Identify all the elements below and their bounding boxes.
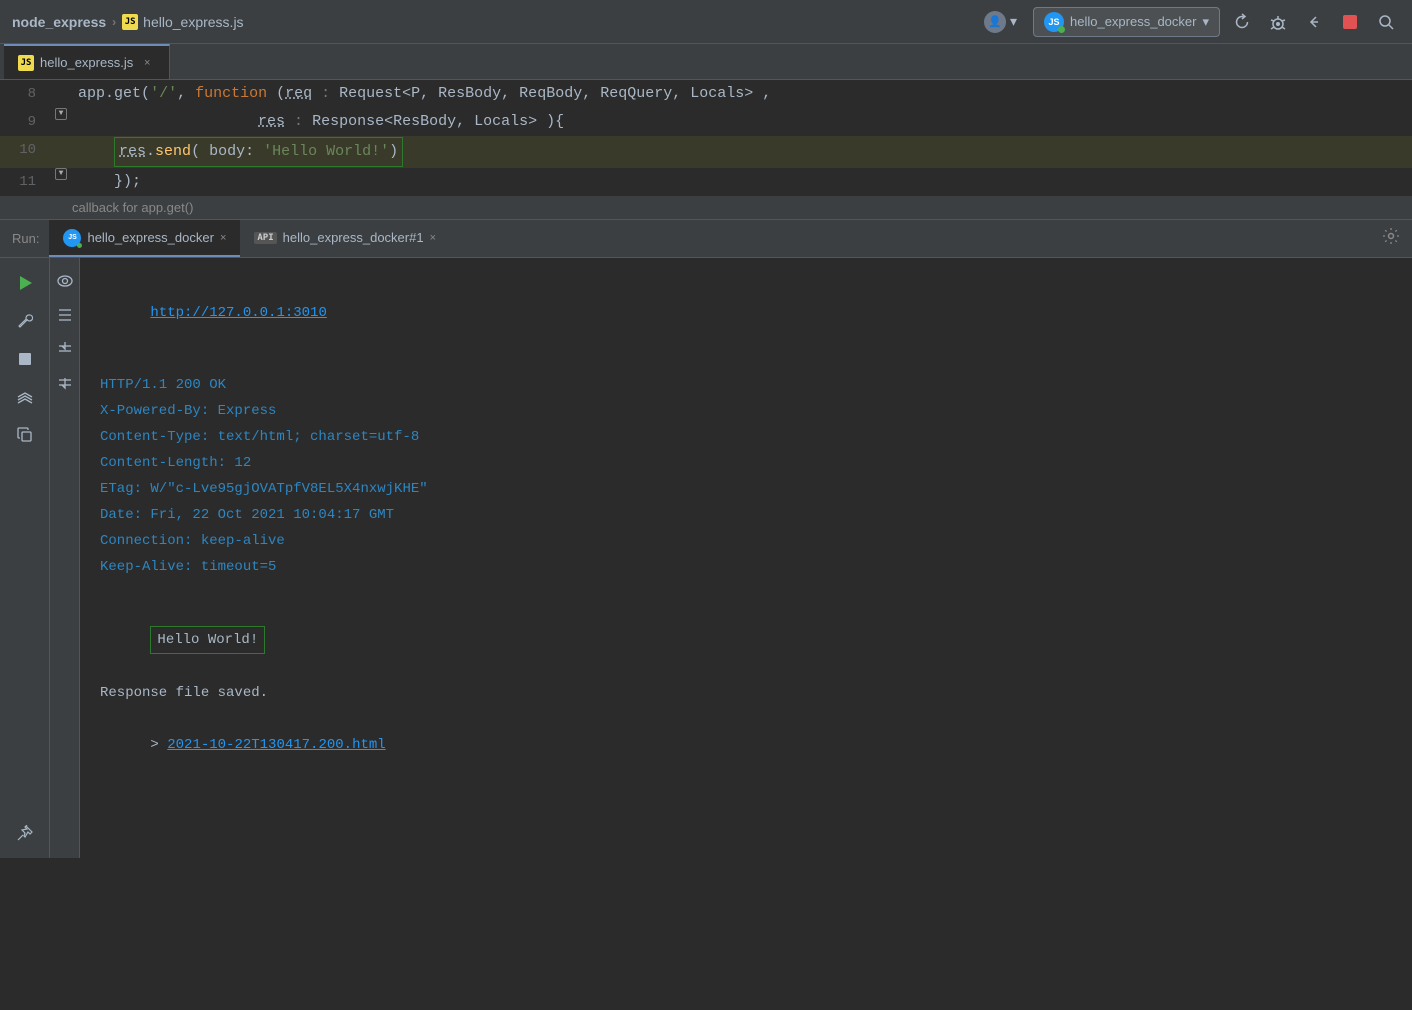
output-http-status: HTTP/1.1 200 OK	[100, 372, 1392, 398]
breadcrumb-file: JS hello_express.js	[122, 14, 243, 30]
run-secondary-icons	[50, 258, 80, 858]
run-tab-1-name: hello_express_docker	[87, 230, 213, 245]
gutter-9: ▼	[50, 108, 72, 120]
docker-status-dot	[1058, 26, 1065, 33]
output-url-line: http://127.0.0.1:3010	[100, 274, 1392, 352]
code-line-9: 9 ▼ res : Response<ResBody, Locals> ){	[0, 108, 1412, 136]
breadcrumb-filename[interactable]: hello_express.js	[143, 14, 243, 30]
gutter-arrow-9: ▼	[55, 108, 67, 120]
docker-config-button[interactable]: JS hello_express_docker ▾	[1033, 7, 1220, 37]
editor-tab-bar: JS hello_express.js ×	[0, 44, 1412, 80]
run-tab-1-icon: JS	[63, 229, 81, 247]
output-hello-world-line: Hello World!	[100, 600, 1392, 680]
output-content-type: Content-Type: text/html; charset=utf-8	[100, 424, 1392, 450]
user-icon: 👤	[984, 11, 1006, 33]
run-settings-button[interactable]	[1382, 227, 1400, 250]
run-tab-2[interactable]: API hello_express_docker#1 ×	[240, 220, 450, 257]
js-icon: JS	[122, 14, 138, 30]
docker-dropdown-arrow: ▾	[1202, 14, 1209, 30]
top-toolbar: node_express › JS hello_express.js 👤 ▾ J…	[0, 0, 1412, 44]
output-connection: Connection: keep-alive	[100, 528, 1392, 554]
copy-button[interactable]	[10, 420, 40, 450]
user-button[interactable]: 👤 ▾	[976, 7, 1025, 37]
run-label: Run:	[8, 231, 49, 246]
code-line-11: 11 ▼ });	[0, 168, 1412, 196]
project-name[interactable]: node_express	[12, 14, 106, 30]
line-content-9: res : Response<ResBody, Locals> ){	[72, 108, 1412, 136]
line-content-8: app.get('/', function (req : Request<P, …	[72, 80, 1412, 108]
list-up-icon-btn[interactable]	[52, 336, 78, 362]
run-content: http://127.0.0.1:3010 HTTP/1.1 200 OK X-…	[0, 258, 1412, 858]
stop-button[interactable]	[1336, 8, 1364, 36]
run-tab-1-close[interactable]: ×	[220, 232, 226, 244]
run-tab-1-status-dot	[77, 243, 82, 248]
layers-button[interactable]	[10, 382, 40, 412]
eye-icon-btn[interactable]	[52, 268, 78, 294]
code-line-10: 10 res.send( body: 'Hello World!')	[0, 136, 1412, 168]
code-editor: 8 app.get('/', function (req : Request<P…	[0, 80, 1412, 196]
output-keep-alive: Keep-Alive: timeout=5	[100, 554, 1392, 580]
line-number-8: 8	[0, 80, 50, 108]
line-number-11: 11	[0, 168, 50, 196]
tooltip-bar: callback for app.get()	[0, 196, 1412, 220]
search-button[interactable]	[1372, 8, 1400, 36]
line-content-10: res.send( body: 'Hello World!')	[72, 136, 1412, 168]
output-url-link[interactable]: http://127.0.0.1:3010	[150, 305, 326, 321]
output-hello-world-boxed: Hello World!	[150, 626, 265, 654]
gutter-11: ▼	[50, 168, 72, 180]
tab-js-icon: JS	[18, 55, 34, 71]
run-tab-2-close[interactable]: ×	[430, 232, 436, 244]
editor-tab-hello-express[interactable]: JS hello_express.js ×	[4, 44, 170, 79]
pin-button[interactable]	[10, 818, 40, 848]
output-file-prefix: >	[150, 737, 167, 753]
output-etag: ETag: W/"c-Lve95gjOVATpfV8EL5X4nxwjKHE"	[100, 476, 1392, 502]
output-date: Date: Fri, 22 Oct 2021 10:04:17 GMT	[100, 502, 1392, 528]
run-output[interactable]: http://127.0.0.1:3010 HTTP/1.1 200 OK X-…	[80, 258, 1412, 858]
list-download-icon-btn[interactable]	[52, 370, 78, 396]
back-button[interactable]	[1300, 8, 1328, 36]
tooltip-text: callback for app.get()	[72, 200, 193, 215]
run-tab-bar: Run: JS hello_express_docker × API hello…	[0, 220, 1412, 258]
output-file-link-line: > 2021-10-22T130417.200.html	[100, 706, 1392, 784]
line-content-11: });	[72, 168, 1412, 196]
play-button[interactable]	[10, 268, 40, 298]
list-icon-btn[interactable]	[52, 302, 78, 328]
tab-filename: hello_express.js	[40, 55, 133, 70]
debug-button[interactable]	[1264, 8, 1292, 36]
stop-icon	[1343, 15, 1357, 29]
line-number-10: 10	[0, 136, 50, 164]
line-number-9: 9	[0, 108, 50, 136]
output-spacer-1	[100, 352, 1392, 372]
toolbar-actions: 👤 ▾ JS hello_express_docker ▾	[976, 7, 1400, 37]
breadcrumb-separator: ›	[112, 15, 116, 29]
docker-name: hello_express_docker	[1070, 14, 1196, 29]
run-left-icons	[0, 258, 50, 858]
gutter-arrow-11: ▼	[55, 168, 67, 180]
docker-icon: JS	[1044, 12, 1064, 32]
output-file-link[interactable]: 2021-10-22T130417.200.html	[167, 737, 385, 753]
output-spacer-2	[100, 580, 1392, 600]
dropdown-arrow: ▾	[1010, 13, 1017, 30]
reload-button[interactable]	[1228, 8, 1256, 36]
run-tab-1[interactable]: JS hello_express_docker ×	[49, 220, 240, 257]
code-line-8: 8 app.get('/', function (req : Request<P…	[0, 80, 1412, 108]
tab-close-button[interactable]: ×	[139, 55, 155, 71]
output-content-length: Content-Length: 12	[100, 450, 1392, 476]
run-tab-2-name: hello_express_docker#1	[283, 230, 424, 245]
output-response-saved: Response file saved.	[100, 680, 1392, 706]
code-lines: 8 app.get('/', function (req : Request<P…	[0, 80, 1412, 196]
breadcrumb: node_express › JS hello_express.js	[12, 14, 244, 30]
api-badge: API	[254, 232, 276, 244]
stop-run-button[interactable]	[10, 344, 40, 374]
output-powered-by: X-Powered-By: Express	[100, 398, 1392, 424]
wrench-button[interactable]	[10, 306, 40, 336]
